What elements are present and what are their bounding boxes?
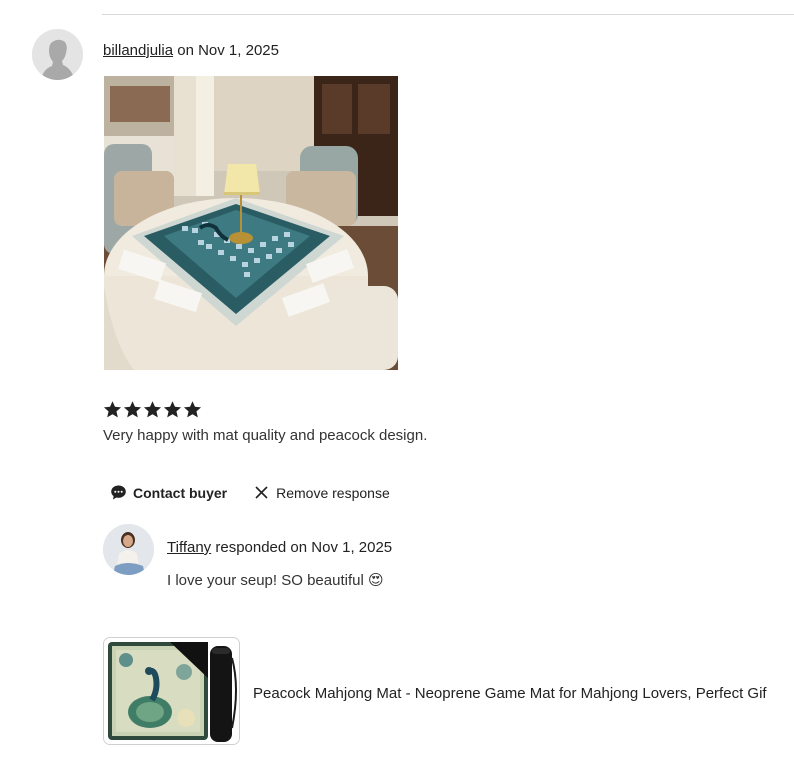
seller-username-link[interactable]: Tiffany (167, 539, 211, 556)
review-date: on Nov 1, 2025 (173, 42, 279, 59)
reviewer-avatar (32, 29, 83, 80)
star-icon (163, 401, 182, 418)
star-icon (143, 401, 162, 418)
top-divider (102, 14, 794, 15)
remove-response-label: Remove response (276, 484, 390, 501)
review-photo[interactable] (104, 76, 398, 370)
star-icon (123, 401, 142, 418)
star-icon (103, 401, 122, 418)
review-text: Very happy with mat quality and peacock … (103, 427, 428, 444)
reviewer-username-link[interactable]: billandjulia (103, 42, 173, 59)
review-header: billandjulia on Nov 1, 2025 (103, 42, 279, 60)
person-silhouette-icon (32, 29, 83, 80)
contact-buyer-button[interactable]: Contact buyer (104, 480, 233, 505)
response-header: Tiffany responded on Nov 1, 2025 (167, 539, 392, 557)
seller-avatar (103, 524, 154, 575)
star-rating (103, 400, 202, 419)
close-icon (253, 484, 270, 501)
review-actions: Contact buyer Remove response (104, 480, 396, 505)
contact-buyer-label: Contact buyer (133, 484, 228, 501)
star-icon (183, 401, 202, 418)
product-thumbnail[interactable] (103, 637, 240, 745)
chat-bubble-icon (110, 484, 127, 501)
response-text: I love your seup! SO beautiful 😍 (167, 572, 384, 589)
product-title-link[interactable]: Peacock Mahjong Mat - Neoprene Game Mat … (253, 685, 794, 703)
response-date: responded on Nov 1, 2025 (211, 539, 393, 556)
remove-response-button[interactable]: Remove response (247, 480, 396, 505)
